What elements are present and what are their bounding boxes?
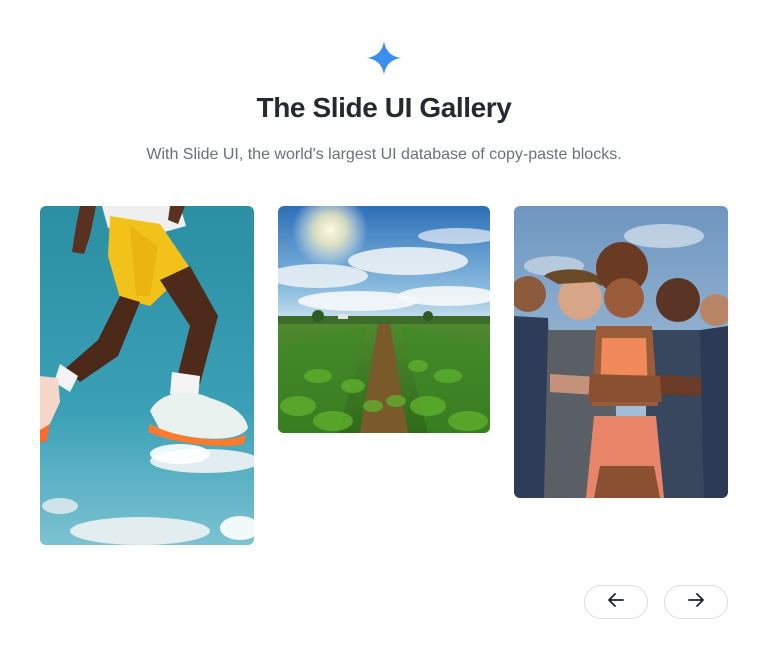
previous-button[interactable] bbox=[584, 585, 648, 619]
sparkle-star-icon bbox=[366, 40, 402, 76]
athletes-group-image[interactable] bbox=[514, 206, 728, 498]
arrow-left-icon bbox=[607, 591, 625, 614]
arrow-right-icon bbox=[687, 591, 705, 614]
page-subtitle: With Slide UI, the world's largest UI da… bbox=[146, 146, 622, 163]
jumping-athlete-image[interactable] bbox=[40, 206, 254, 545]
page-title: The Slide UI Gallery bbox=[256, 92, 512, 123]
next-button[interactable] bbox=[664, 585, 728, 619]
crop-field-image[interactable] bbox=[278, 206, 490, 433]
